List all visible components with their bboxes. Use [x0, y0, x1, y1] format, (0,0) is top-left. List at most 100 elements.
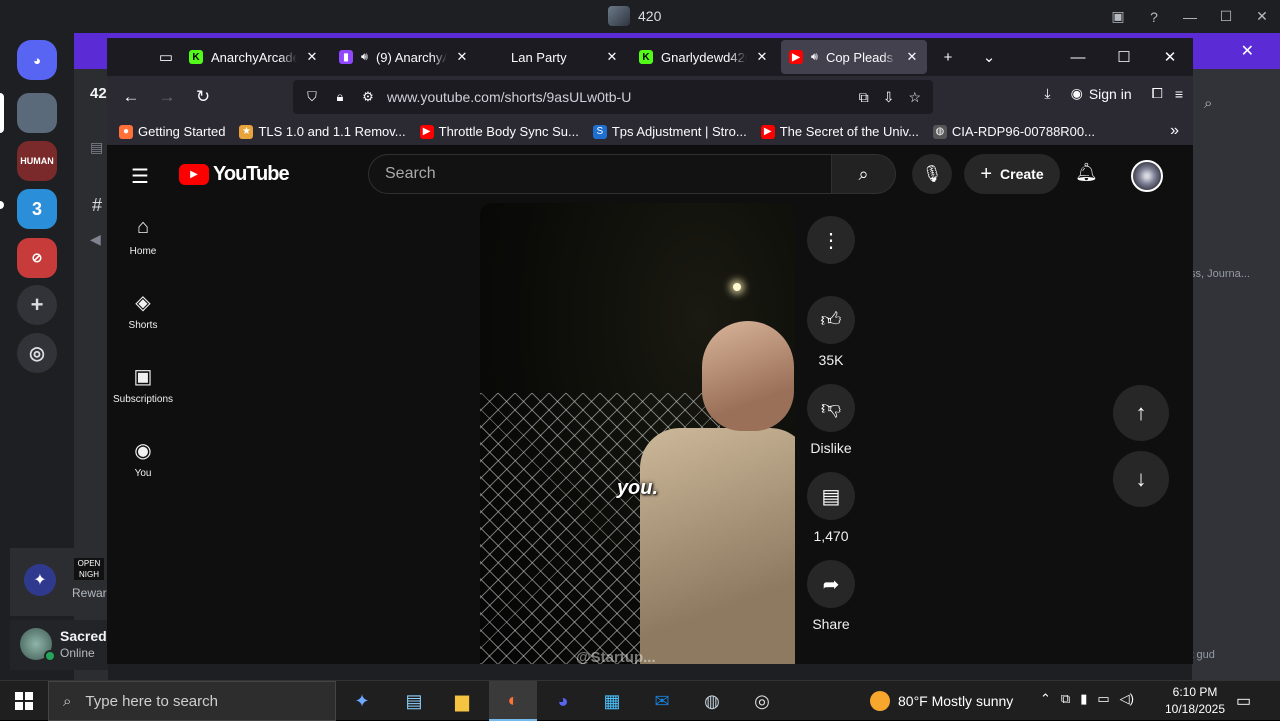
permissions-icon[interactable]: ⚙	[359, 89, 377, 105]
previous-short-button[interactable]: ↑	[1113, 385, 1169, 441]
picture-in-picture-icon[interactable]: ⧉	[859, 89, 869, 106]
voice-search-button[interactable]: 🎙︎	[912, 154, 952, 194]
minimize-button[interactable]: —	[1172, 9, 1208, 25]
file-explorer-icon[interactable]: ▆	[438, 681, 486, 721]
like-button[interactable]: 👍︎ 35K	[807, 296, 855, 368]
share-button[interactable]: ➦ Share	[807, 560, 855, 632]
app-menu-icon[interactable]: ≡	[1175, 86, 1183, 102]
close-tab-icon[interactable]: ✕	[455, 49, 469, 65]
activity-card[interactable]: ✦ OPEN NIGH Rewar	[10, 548, 108, 616]
video-caption: you.	[616, 477, 659, 499]
start-button[interactable]	[0, 681, 48, 721]
weather-widget[interactable]: 80°F Mostly sunny	[870, 691, 1013, 711]
reload-icon[interactable]: ↻	[189, 84, 217, 110]
banner-close-icon[interactable]: ✕	[1241, 41, 1254, 61]
comments-button[interactable]: ▤ 1,470	[807, 472, 855, 544]
guide-item-home[interactable]: ⌂ Home	[107, 216, 179, 257]
close-window-button[interactable]: ✕	[1147, 38, 1193, 76]
tab-label: (9) AnarchyA	[375, 49, 447, 65]
close-tab-icon[interactable]: ✕	[755, 49, 769, 65]
browser-tab[interactable]: ▮ 🔊︎ (9) AnarchyA ✕	[331, 40, 477, 74]
guide-item-shorts[interactable]: ◈ Shorts	[107, 290, 179, 331]
browser-tab[interactable]: K AnarchyArcade S ✕	[181, 40, 327, 74]
notifications-bell-icon[interactable]: 🔔︎	[1075, 162, 1098, 183]
taskbar-clock[interactable]: 6:10 PM 10/18/2025	[1150, 684, 1240, 718]
volume-icon[interactable]: ◁)	[1120, 691, 1134, 707]
guide-item-you[interactable]: ◉ You	[107, 438, 179, 479]
browser-tab[interactable]: ▶ 🔊︎ Cop Pleads T ✕	[781, 40, 927, 74]
bookmark-item[interactable]: ● Getting Started	[119, 124, 225, 139]
new-tab-icon[interactable]: +	[927, 38, 969, 76]
speaker-icon[interactable]: 🔊︎	[811, 51, 818, 64]
discord-home-icon[interactable]: ◕	[17, 40, 57, 80]
url-text[interactable]: www.youtube.com/shorts/9asULw0tb-U	[387, 89, 849, 105]
server-icon-1[interactable]	[17, 93, 57, 133]
list-tabs-icon[interactable]: ⌄	[969, 38, 1009, 76]
youtube-logo[interactable]: ▶ YouTube	[179, 163, 290, 186]
browser-tab[interactable]: K Gnarlydewd420 S ✕	[631, 40, 777, 74]
help-icon[interactable]: ?	[1136, 9, 1172, 25]
tray-app-icon[interactable]: ⧉	[1061, 691, 1070, 707]
shield-icon[interactable]: ⛉	[303, 89, 321, 105]
notifications-icon[interactable]: ▭	[1236, 691, 1251, 711]
hamburger-menu-icon[interactable]: ☰	[131, 164, 149, 189]
discord-search-icon[interactable]: ⌕	[1204, 95, 1212, 112]
maximize-button[interactable]: ☐	[1101, 38, 1147, 76]
next-short-button[interactable]: ↓	[1113, 451, 1169, 507]
close-tab-icon[interactable]: ✕	[905, 49, 919, 65]
steam-icon[interactable]: ◍	[688, 681, 736, 721]
save-page-icon[interactable]: ⇩	[883, 89, 895, 106]
app-icon[interactable]: ◎	[738, 681, 786, 721]
network-icon[interactable]: ▭	[1097, 691, 1109, 707]
user-status: Online	[60, 646, 95, 660]
show-hidden-icons-icon[interactable]: ⌃	[1040, 691, 1051, 707]
forward-icon[interactable]: →	[153, 84, 181, 110]
task-view-icon[interactable]: ▤	[390, 681, 438, 721]
search-input[interactable]: Search	[368, 154, 832, 194]
downloads-icon[interactable]: ⤓	[1044, 85, 1050, 102]
outlook-icon[interactable]: ✉	[638, 681, 686, 721]
bookmark-item[interactable]: ◍ CIA-RDP96-00788R00...	[932, 124, 1095, 139]
server-icon-human[interactable]: HUMAN	[17, 141, 57, 181]
guide-item-subscriptions[interactable]: ▣ Subscriptions	[107, 364, 179, 405]
calendar-icon[interactable]: ▤	[90, 139, 103, 156]
close-tab-icon[interactable]: ✕	[605, 49, 619, 65]
maximize-button[interactable]: ☐	[1208, 8, 1244, 25]
speaker-icon[interactable]: 🔊︎	[361, 51, 368, 64]
user-panel[interactable]: Sacred Online	[10, 620, 108, 670]
inbox-icon[interactable]: ▣	[1100, 8, 1136, 25]
copilot-icon[interactable]: ✦	[338, 681, 386, 721]
explore-icon[interactable]: ◎	[17, 333, 57, 373]
create-button[interactable]: + Create	[964, 154, 1060, 194]
server-icon-4[interactable]: ⊘	[17, 238, 57, 278]
bookmark-item[interactable]: S Tps Adjustment | Stro...	[592, 124, 747, 139]
back-icon[interactable]: ←	[117, 84, 145, 110]
channel-hash-icon[interactable]: #	[92, 195, 102, 216]
minimize-button[interactable]: —	[1055, 38, 1101, 76]
bookmark-star-icon[interactable]: ☆	[908, 89, 921, 106]
discord-taskbar-icon[interactable]: ◕	[539, 681, 587, 721]
close-button[interactable]: ✕	[1244, 8, 1280, 25]
server-icon-3max[interactable]: 3	[17, 189, 57, 229]
extensions-icon[interactable]: ⧠	[1152, 85, 1163, 102]
bookmark-item[interactable]: ▶ The Secret of the Univ...	[760, 124, 919, 139]
firefox-taskbar-icon[interactable]: ◐	[489, 681, 537, 721]
more-bookmarks-icon[interactable]: »	[1170, 122, 1179, 140]
sign-in-button[interactable]: ◉ Sign in	[1063, 81, 1140, 106]
more-options[interactable]: ⋮	[807, 216, 855, 272]
voice-channel-icon[interactable]: ◀	[90, 231, 101, 248]
close-tab-icon[interactable]: ✕	[305, 49, 319, 65]
search-button[interactable]: ⌕	[832, 154, 896, 194]
account-avatar[interactable]	[1131, 160, 1163, 192]
taskbar-search-box[interactable]: ⌕ Type here to search	[48, 681, 336, 721]
url-bar[interactable]: ⛉ 🔒︎ ⚙ www.youtube.com/shorts/9asULw0tb-…	[293, 80, 933, 114]
usb-icon[interactable]: ▮	[1080, 691, 1087, 707]
shorts-video-player[interactable]: you. @Startup...	[480, 203, 795, 664]
lock-icon[interactable]: 🔒︎	[331, 89, 349, 105]
add-server-icon[interactable]: +	[17, 285, 57, 325]
dislike-button[interactable]: 👎︎ Dislike	[807, 384, 855, 456]
bookmark-item[interactable]: ★ TLS 1.0 and 1.1 Remov...	[239, 124, 406, 139]
microsoft-store-icon[interactable]: ▦	[588, 681, 636, 721]
browser-tab[interactable]: Lan Party ✕	[481, 40, 627, 74]
bookmark-item[interactable]: ▶ Throttle Body Sync Su...	[419, 124, 579, 139]
